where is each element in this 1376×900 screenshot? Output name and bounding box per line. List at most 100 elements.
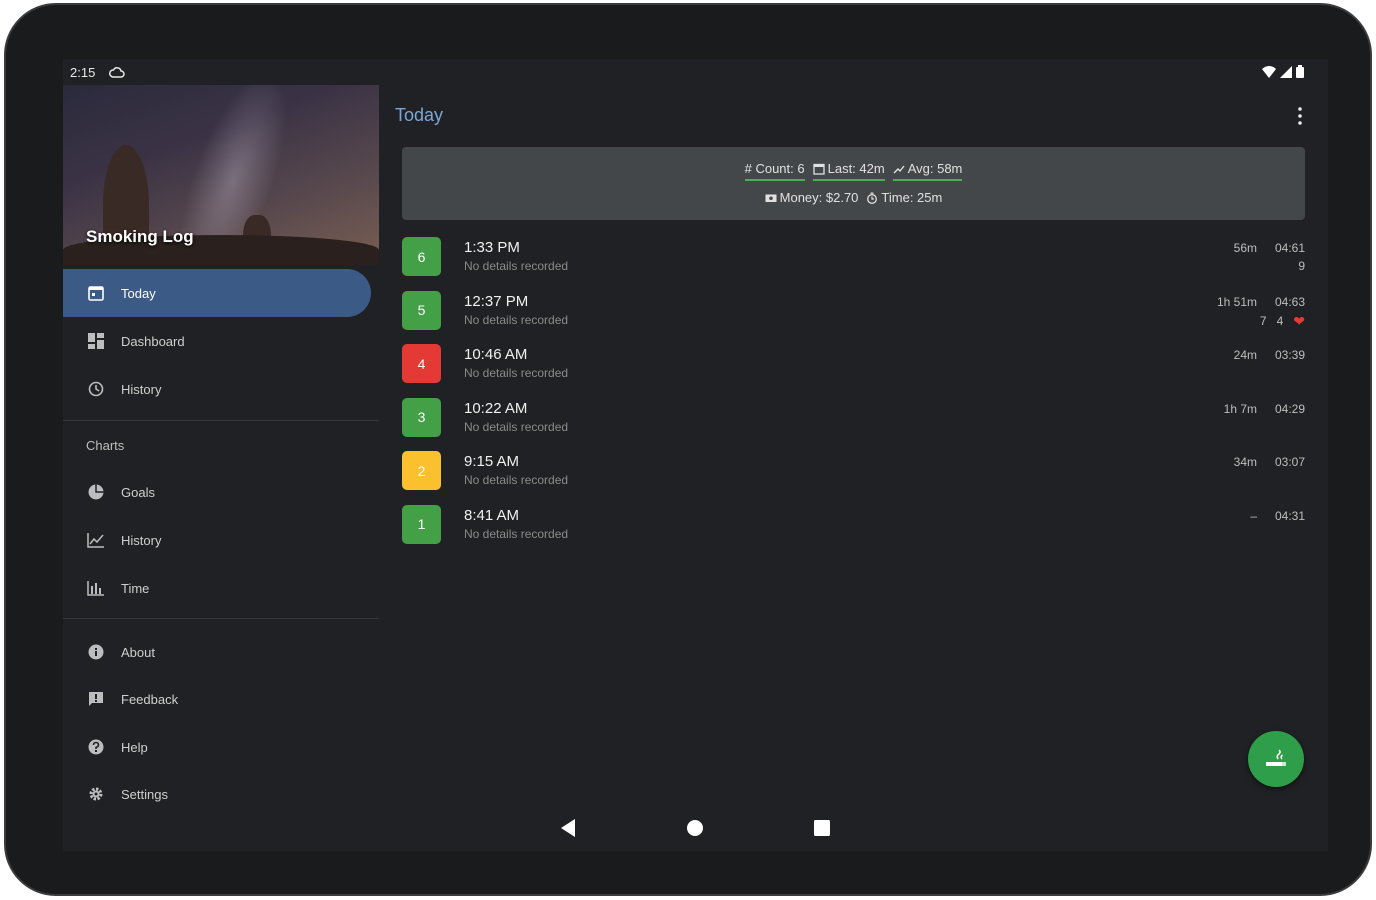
drawer-item-dashboard[interactable]: Dashboard bbox=[63, 317, 371, 365]
status-icons bbox=[1262, 65, 1304, 78]
drawer-item-time[interactable]: Time bbox=[63, 564, 371, 612]
screen: 2:15 Smoking Log Today Dashboard History… bbox=[63, 59, 1328, 851]
count-chip[interactable]: # Count: 6 bbox=[744, 161, 805, 181]
time-chip: Time: 25m bbox=[866, 190, 942, 208]
entry-dur: 04:29 bbox=[1274, 401, 1305, 416]
entry-extra-value: 7 bbox=[1259, 314, 1267, 328]
entry-number-badge: 3 bbox=[402, 397, 441, 437]
drawer-item-label: Goals bbox=[121, 484, 155, 500]
entry-time: 10:22 AM bbox=[464, 399, 528, 417]
entry-row[interactable]: 4 10:46 AM No details recorded 24m 03:39 bbox=[402, 344, 1305, 394]
app-title: Smoking Log bbox=[86, 227, 194, 246]
page-title: Today bbox=[395, 105, 444, 125]
count-text: # Count: 6 bbox=[744, 161, 805, 176]
recents-icon[interactable] bbox=[813, 818, 831, 838]
charts-section-label: Charts bbox=[86, 438, 125, 453]
wifi-icon bbox=[1262, 65, 1276, 78]
drawer-item-history[interactable]: History bbox=[63, 365, 371, 413]
entry-gap: 1h 51m bbox=[1216, 294, 1257, 309]
drawer-divider bbox=[63, 618, 379, 619]
entry-number-badge: 4 bbox=[402, 344, 441, 383]
heart-icon: ❤ bbox=[1293, 312, 1305, 329]
entry-time: 9:15 AM bbox=[464, 453, 520, 470]
drawer-item-label: Feedback bbox=[121, 691, 179, 707]
entry-row[interactable]: 3 10:22 AM No details recorded 1h 7m 04:29 bbox=[402, 397, 1305, 448]
money-text: Money: $2.70 bbox=[779, 190, 859, 205]
entry-number-badge: 2 bbox=[402, 451, 441, 490]
entry-extra-info: 9 bbox=[1298, 259, 1305, 273]
drawer-item-goals[interactable]: Goals bbox=[63, 468, 371, 516]
drawer-item-label: Time bbox=[121, 580, 150, 596]
trend-icon bbox=[893, 165, 905, 173]
battery-icon bbox=[1296, 65, 1304, 78]
dashboard-icon bbox=[86, 331, 106, 351]
entry-extra-value: 4 bbox=[1276, 314, 1284, 328]
gear-icon bbox=[86, 784, 106, 804]
status-time: 2:15 bbox=[70, 65, 96, 80]
entry-detail: No details recorded bbox=[464, 312, 569, 327]
home-icon[interactable] bbox=[685, 818, 705, 838]
entry-time: 8:41 AM bbox=[464, 506, 520, 524]
history-icon bbox=[86, 379, 106, 399]
entry-time: 12:37 PM bbox=[464, 292, 529, 310]
line-chart-icon bbox=[86, 530, 106, 550]
entry-gap: 1h 7m bbox=[1223, 401, 1257, 416]
overflow-menu-icon[interactable] bbox=[1298, 107, 1302, 125]
entry-dur: 04:31 bbox=[1274, 508, 1305, 523]
drawer-item-today[interactable]: Today bbox=[63, 269, 371, 317]
drawer-item-history-chart[interactable]: History bbox=[63, 516, 371, 564]
entry-time: 1:33 PM bbox=[464, 239, 520, 256]
entry-dur: 04:63 bbox=[1274, 294, 1305, 309]
entry-row[interactable]: 6 1:33 PM No details recorded 56m 04:61 9 bbox=[402, 237, 1305, 287]
bar-chart-icon bbox=[86, 578, 106, 598]
drawer-item-label: About bbox=[121, 644, 155, 660]
entry-number-badge: 6 bbox=[402, 237, 441, 276]
entry-dur: 03:39 bbox=[1274, 348, 1305, 362]
drawer-item-about[interactable]: About bbox=[63, 628, 371, 676]
calendar-icon bbox=[86, 283, 106, 303]
drawer-item-feedback[interactable]: Feedback bbox=[63, 675, 371, 723]
signal-icon bbox=[1280, 65, 1292, 78]
timer-icon bbox=[867, 192, 878, 204]
money-chip: Money: $2.70 bbox=[765, 190, 859, 208]
pie-icon bbox=[86, 482, 106, 502]
time-text: Time: 25m bbox=[881, 190, 943, 205]
drawer-item-help[interactable]: Help bbox=[63, 723, 371, 771]
system-navigation-bar bbox=[63, 807, 1328, 851]
entry-number-badge: 5 bbox=[402, 290, 441, 330]
feedback-icon bbox=[86, 689, 106, 709]
last-text: Last: 42m bbox=[827, 161, 885, 176]
entry-gap: 24m bbox=[1233, 348, 1257, 362]
drawer-header-image: Smoking Log bbox=[63, 85, 379, 265]
drawer-divider bbox=[63, 420, 379, 421]
drawer-item-label: History bbox=[121, 381, 162, 397]
last-chip[interactable]: Last: 42m bbox=[812, 161, 885, 181]
main-content: Today # Count: 6 Last: 42m Avg: 58m Mone… bbox=[379, 85, 1328, 851]
status-bar: 2:15 bbox=[63, 59, 1328, 85]
drawer-item-label: Dashboard bbox=[121, 333, 185, 349]
drawer-item-label: Today bbox=[121, 285, 156, 301]
entry-dur: 04:61 bbox=[1274, 241, 1305, 255]
avg-chip[interactable]: Avg: 58m bbox=[892, 161, 963, 181]
tablet-frame: 2:15 Smoking Log Today Dashboard History… bbox=[4, 3, 1372, 896]
cigarette-icon bbox=[1266, 749, 1286, 766]
entry-detail: No details recorded bbox=[464, 473, 569, 487]
money-icon bbox=[765, 194, 777, 202]
info-icon bbox=[86, 642, 106, 662]
entry-row[interactable]: 1 8:41 AM No details recorded – 04:31 bbox=[402, 504, 1305, 555]
drawer-item-label: History bbox=[121, 532, 162, 548]
summary-card: # Count: 6 Last: 42m Avg: 58m Money: $2.… bbox=[402, 147, 1305, 220]
entry-row[interactable]: 5 12:37 PM No details recorded 1h 51m 04:63 7… bbox=[402, 290, 1305, 341]
entry-time: 10:46 AM bbox=[464, 346, 528, 363]
entry-detail: No details recorded bbox=[464, 259, 569, 273]
calendar-small-icon bbox=[812, 163, 825, 175]
entry-extra-info: 7 4 ❤ bbox=[1260, 313, 1305, 330]
entry-gap: 56m bbox=[1233, 241, 1257, 255]
add-entry-fab[interactable] bbox=[1248, 731, 1304, 787]
entry-row[interactable]: 2 9:15 AM No details recorded 34m 03:07 bbox=[402, 451, 1305, 501]
entry-detail: No details recorded bbox=[464, 526, 569, 541]
drawer-item-label: Help bbox=[121, 739, 148, 755]
back-icon[interactable] bbox=[559, 818, 577, 838]
entry-gap: – bbox=[1250, 508, 1257, 523]
drawer-item-label: Settings bbox=[121, 786, 168, 802]
